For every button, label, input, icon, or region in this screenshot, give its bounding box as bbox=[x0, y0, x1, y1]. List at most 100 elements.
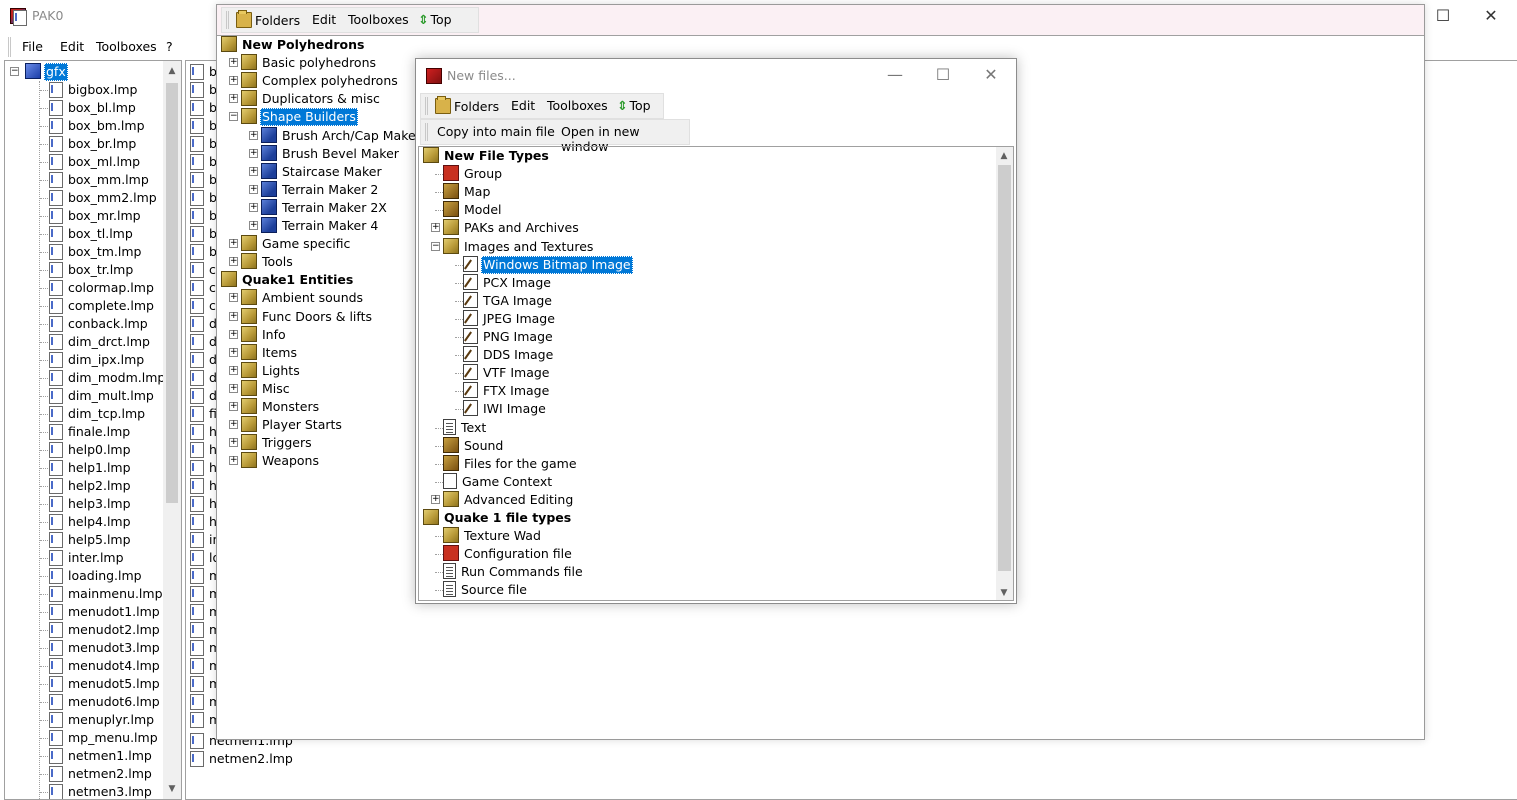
edit-button[interactable]: Edit bbox=[312, 12, 336, 27]
tree-file-item[interactable]: help0.lmp bbox=[47, 441, 133, 459]
expand-toggle[interactable]: + bbox=[229, 456, 238, 466]
tree-item[interactable]: TGA Image bbox=[463, 291, 554, 310]
tree-item[interactable]: FTX Image bbox=[463, 382, 551, 400]
tree-file-item[interactable]: complete.lmp bbox=[47, 297, 156, 315]
scroll-up-arrow[interactable]: ▲ bbox=[164, 63, 180, 79]
tree-file-item[interactable]: netmen1.lmp bbox=[47, 747, 154, 765]
tree-item[interactable]: Game specific bbox=[241, 235, 352, 253]
scroll-up-arrow[interactable]: ▲ bbox=[996, 148, 1012, 164]
tree-file-item[interactable]: menudot6.lmp bbox=[47, 693, 162, 711]
tree-file-item[interactable]: help2.lmp bbox=[47, 477, 133, 495]
tree-file-item[interactable]: help4.lmp bbox=[47, 513, 133, 531]
folders-button[interactable]: Folders bbox=[435, 96, 499, 114]
tree-item[interactable]: Quake 1 file types bbox=[423, 509, 573, 527]
tree-item[interactable]: Shape Builders bbox=[241, 108, 358, 127]
tree-file-item[interactable]: netmen2.lmp bbox=[47, 765, 154, 783]
tree-item[interactable]: Player Starts bbox=[241, 416, 344, 434]
tree-item[interactable]: Images and Textures bbox=[443, 237, 595, 256]
expand-toggle[interactable]: + bbox=[229, 311, 238, 321]
tree-item[interactable]: Func Doors & lifts bbox=[241, 307, 374, 326]
tree-item[interactable]: PNG Image bbox=[463, 328, 555, 346]
tree-item[interactable]: Map bbox=[443, 183, 492, 201]
expand-toggle[interactable]: + bbox=[431, 223, 440, 233]
tree-file-item[interactable]: bigbox.lmp bbox=[47, 81, 140, 99]
maximize-button[interactable]: ☐ bbox=[920, 59, 966, 91]
tree-item[interactable]: Complex polyhedrons bbox=[241, 72, 400, 90]
tree-item[interactable]: Basic polyhedrons bbox=[241, 54, 378, 72]
expand-toggle[interactable]: + bbox=[249, 166, 258, 176]
tree-item[interactable]: DDS Image bbox=[463, 346, 555, 364]
tree-item[interactable]: Terrain Maker 4 bbox=[261, 217, 380, 235]
tree-item[interactable]: Source file bbox=[443, 581, 529, 599]
tree-item[interactable]: Advanced Editing bbox=[443, 490, 575, 509]
tree-file-item[interactable]: box_mm.lmp bbox=[47, 171, 151, 189]
tree-file-item[interactable]: box_bl.lmp bbox=[47, 99, 138, 117]
tree-item[interactable]: Misc bbox=[241, 379, 292, 398]
tree-item[interactable]: Monsters bbox=[241, 398, 321, 416]
tree-file-item[interactable]: menudot3.lmp bbox=[47, 639, 162, 657]
tree-item[interactable]: Brush Arch/Cap Maker bbox=[261, 126, 423, 145]
top-button[interactable]: ⇕ Top bbox=[617, 98, 651, 113]
list-item[interactable]: fi bbox=[188, 405, 219, 423]
expand-toggle[interactable]: − bbox=[229, 112, 238, 122]
tree-file-item[interactable]: box_bm.lmp bbox=[47, 117, 147, 135]
expand-toggle[interactable]: + bbox=[229, 438, 238, 448]
tree-item[interactable]: IWI Image bbox=[463, 400, 548, 418]
tree-item[interactable]: Weapons bbox=[241, 452, 321, 470]
tree-file-item[interactable]: menuplyr.lmp bbox=[47, 711, 156, 729]
tree-item[interactable]: Terrain Maker 2 bbox=[261, 180, 380, 199]
tree-item[interactable]: Run Commands file bbox=[443, 563, 585, 581]
tree-item[interactable]: Model bbox=[443, 201, 504, 219]
tree-file-item[interactable]: box_mm2.lmp bbox=[47, 189, 159, 207]
tree-item[interactable]: Triggers bbox=[241, 434, 314, 452]
edit-button[interactable]: Edit bbox=[511, 98, 535, 113]
tree-item[interactable]: Group bbox=[443, 165, 504, 183]
expand-toggle[interactable]: + bbox=[229, 347, 238, 357]
expand-toggle[interactable]: + bbox=[431, 494, 440, 504]
tree-file-item[interactable]: dim_mult.lmp bbox=[47, 387, 156, 405]
tree-file-item[interactable]: dim_modm.lmp bbox=[47, 369, 167, 387]
tree-file-item[interactable]: loading.lmp bbox=[47, 567, 144, 585]
expand-toggle[interactable]: + bbox=[229, 420, 238, 430]
tree-file-item[interactable]: menudot1.lmp bbox=[47, 603, 162, 621]
folders-button[interactable]: Folders bbox=[236, 10, 300, 28]
expand-toggle[interactable]: + bbox=[249, 184, 258, 194]
menu-file[interactable]: File bbox=[22, 39, 43, 54]
tree-file-item[interactable]: finale.lmp bbox=[47, 423, 132, 441]
tree-item[interactable]: New File Types bbox=[423, 147, 551, 165]
menu-help[interactable]: ? bbox=[166, 39, 173, 54]
tree-file-item[interactable]: menudot5.lmp bbox=[47, 675, 162, 693]
tree-file-item[interactable]: menudot4.lmp bbox=[47, 657, 162, 675]
tree-item[interactable]: Ambient sounds bbox=[241, 289, 365, 307]
tree-item[interactable]: Game Context bbox=[443, 472, 554, 491]
tree-item[interactable]: Terrain Maker 2X bbox=[261, 198, 389, 217]
close-button[interactable]: ✕ bbox=[968, 59, 1014, 91]
tree-file-item[interactable]: box_br.lmp bbox=[47, 135, 138, 153]
tree-file-item[interactable]: help5.lmp bbox=[47, 531, 133, 549]
tree-file-item[interactable]: menudot2.lmp bbox=[47, 621, 162, 639]
expand-toggle[interactable]: + bbox=[229, 76, 238, 86]
expand-toggle[interactable]: + bbox=[229, 257, 238, 267]
tree-item[interactable]: Quake1 Entities bbox=[221, 271, 355, 289]
tree-item[interactable]: Info bbox=[241, 325, 288, 344]
tree-item[interactable]: Tools bbox=[241, 253, 295, 271]
tree-file-item[interactable]: inter.lmp bbox=[47, 549, 126, 567]
expand-toggle[interactable]: + bbox=[249, 148, 258, 158]
tree-file-item[interactable]: box_tl.lmp bbox=[47, 225, 135, 243]
new-files-titlebar[interactable]: New files... — ☐ ✕ bbox=[416, 59, 1016, 91]
tree-file-item[interactable]: dim_drct.lmp bbox=[47, 333, 152, 351]
toolboxes-button[interactable]: Toolboxes bbox=[348, 12, 409, 27]
expand-toggle[interactable]: + bbox=[229, 94, 238, 104]
tree-file-item[interactable]: help3.lmp bbox=[47, 495, 133, 513]
expand-toggle[interactable]: + bbox=[249, 130, 258, 140]
scroll-down-arrow[interactable]: ▼ bbox=[996, 585, 1012, 600]
tree-item[interactable]: New Polyhedrons bbox=[221, 36, 366, 54]
menu-toolboxes[interactable]: Toolboxes bbox=[96, 39, 157, 54]
tree-item[interactable]: Files for the game bbox=[443, 454, 579, 473]
list-item[interactable]: netmen2.lmp bbox=[188, 750, 295, 768]
tree-item[interactable]: Windows Bitmap Image bbox=[463, 255, 633, 274]
tree-item[interactable]: VTF Image bbox=[463, 364, 552, 382]
close-button[interactable]: ✕ bbox=[1468, 0, 1514, 32]
toolboxes-button[interactable]: Toolboxes bbox=[547, 98, 608, 113]
tree-item[interactable]: Lights bbox=[241, 361, 302, 380]
